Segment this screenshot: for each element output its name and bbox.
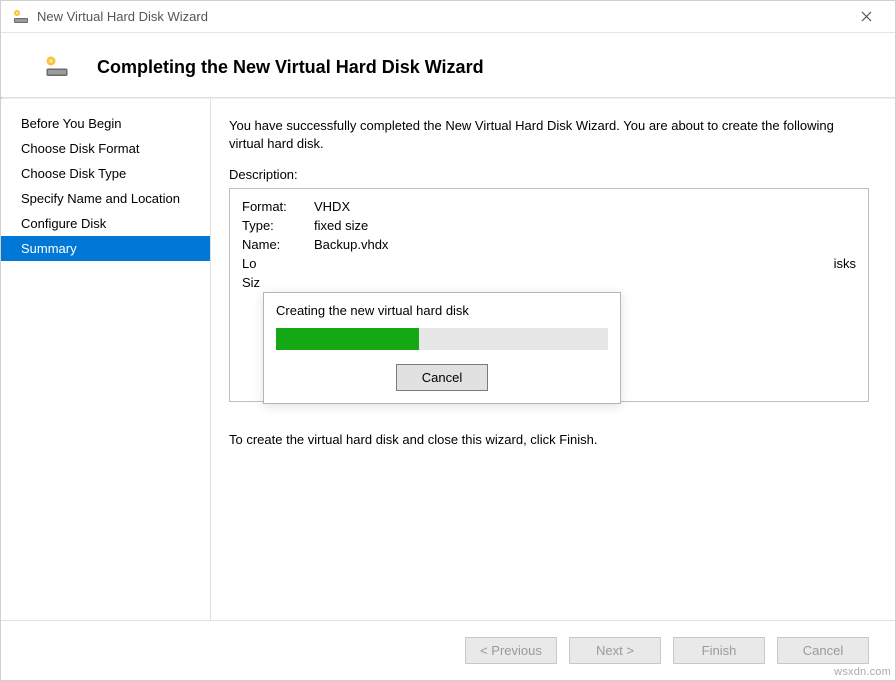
desc-location-label: Lo — [242, 256, 262, 271]
desc-size-label: Siz — [242, 275, 262, 290]
sidebar-item-choose-disk-type[interactable]: Choose Disk Type — [1, 161, 210, 186]
close-icon — [861, 11, 872, 22]
app-icon — [13, 9, 29, 25]
desc-row-name: Name: Backup.vhdx — [242, 235, 856, 254]
wizard-footer: < Previous Next > Finish Cancel — [1, 620, 895, 680]
desc-row-type: Type: fixed size — [242, 216, 856, 235]
wizard-steps-sidebar: Before You Begin Choose Disk Format Choo… — [1, 99, 211, 620]
desc-name-value: Backup.vhdx — [314, 237, 388, 252]
progress-bar-track — [276, 328, 608, 350]
window-title: New Virtual Hard Disk Wizard — [37, 9, 845, 24]
progress-dialog: Creating the new virtual hard disk Cance… — [263, 292, 621, 404]
wizard-header-icon — [45, 55, 69, 79]
desc-type-label: Type: — [242, 218, 306, 233]
desc-row-format: Format: VHDX — [242, 197, 856, 216]
wizard-window: New Virtual Hard Disk Wizard Completing … — [0, 0, 896, 681]
cancel-button[interactable]: Cancel — [777, 637, 869, 664]
titlebar: New Virtual Hard Disk Wizard — [1, 1, 895, 33]
next-button[interactable]: Next > — [569, 637, 661, 664]
desc-row-location: Lo spacer isks — [242, 254, 856, 273]
desc-location-suffix: isks — [834, 256, 856, 271]
desc-format-value: VHDX — [314, 199, 350, 214]
sidebar-item-before-you-begin[interactable]: Before You Begin — [1, 111, 210, 136]
desc-row-size: Siz — [242, 273, 856, 292]
finish-button[interactable]: Finish — [673, 637, 765, 664]
desc-type-value: fixed size — [314, 218, 368, 233]
summary-intro-text: You have successfully completed the New … — [229, 117, 869, 153]
sidebar-item-summary[interactable]: Summary — [1, 236, 210, 261]
sidebar-item-specify-name-location[interactable]: Specify Name and Location — [1, 186, 210, 211]
progress-dialog-title: Creating the new virtual hard disk — [276, 303, 608, 318]
progress-bar-fill — [276, 328, 419, 350]
sidebar-item-choose-disk-format[interactable]: Choose Disk Format — [1, 136, 210, 161]
watermark-text: wsxdn.com — [834, 666, 891, 678]
desc-format-label: Format: — [242, 199, 306, 214]
window-close-button[interactable] — [845, 2, 887, 32]
previous-button[interactable]: < Previous — [465, 637, 557, 664]
wizard-header: Completing the New Virtual Hard Disk Wiz… — [1, 33, 895, 97]
finish-instruction-text: To create the virtual hard disk and clos… — [229, 432, 869, 447]
progress-cancel-button[interactable]: Cancel — [396, 364, 488, 391]
progress-dialog-footer: Cancel — [276, 364, 608, 391]
desc-name-label: Name: — [242, 237, 306, 252]
sidebar-item-configure-disk[interactable]: Configure Disk — [1, 211, 210, 236]
description-label: Description: — [229, 167, 869, 182]
wizard-heading: Completing the New Virtual Hard Disk Wiz… — [97, 57, 484, 78]
